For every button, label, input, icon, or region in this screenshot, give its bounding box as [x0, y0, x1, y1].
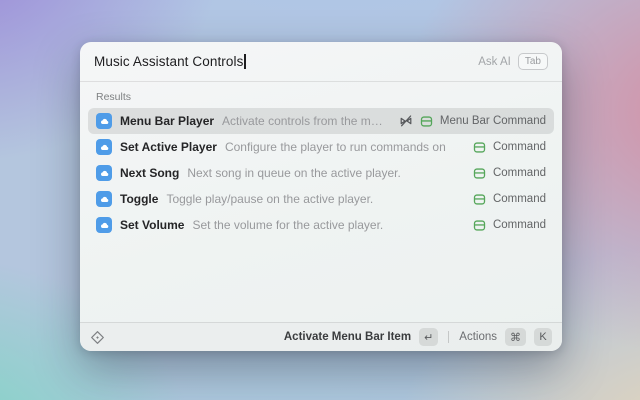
ask-ai-hint[interactable]: Ask AI Tab — [478, 53, 548, 70]
result-row[interactable]: Toggle Toggle play/pause on the active p… — [88, 186, 554, 212]
result-accessory-label: Command — [493, 219, 546, 231]
command-type-icon — [473, 141, 486, 154]
result-title: Next Song — [120, 166, 179, 180]
result-accessory: Command — [473, 219, 546, 232]
cloud-glyph — [99, 220, 110, 231]
result-row[interactable]: Menu Bar Player Activate controls from t… — [88, 108, 554, 134]
command-type-icon — [420, 115, 433, 128]
music-assistant-app-icon — [96, 217, 112, 233]
cmd-key-badge: ⌘ — [505, 328, 526, 346]
result-subtitle: Activate controls from the menubar — [222, 114, 383, 128]
result-subtitle: Configure the player to run commands on — [225, 140, 446, 154]
result-title: Set Volume — [120, 218, 184, 232]
raycast-logo-icon — [90, 330, 105, 345]
result-subtitle: Next song in queue on the active player. — [187, 166, 400, 180]
cloud-glyph — [99, 194, 110, 205]
cloud-glyph — [99, 116, 110, 127]
menubar-muted-icon — [399, 114, 413, 128]
launcher-window: Music Assistant Controls Ask AI Tab Resu… — [80, 42, 562, 351]
result-accessory: Menu Bar Command — [399, 114, 546, 128]
search-header: Music Assistant Controls Ask AI Tab — [80, 42, 562, 82]
command-type-icon — [473, 167, 486, 180]
result-accessory: Command — [473, 141, 546, 154]
music-assistant-app-icon — [96, 165, 112, 181]
search-input[interactable]: Music Assistant Controls — [94, 54, 478, 69]
results-list: Menu Bar Player Activate controls from t… — [80, 108, 562, 238]
music-assistant-app-icon — [96, 191, 112, 207]
tab-key-badge: Tab — [518, 53, 548, 70]
result-subtitle: Toggle play/pause on the active player. — [166, 192, 373, 206]
command-type-icon — [473, 219, 486, 232]
result-accessory-label: Command — [493, 141, 546, 153]
result-row[interactable]: Next Song Next song in queue on the acti… — [88, 160, 554, 186]
music-assistant-app-icon — [96, 139, 112, 155]
result-accessory: Command — [473, 167, 546, 180]
actions-button[interactable]: Actions — [459, 331, 497, 343]
search-query-text: Music Assistant Controls — [94, 54, 243, 69]
enter-key-badge: ↵ — [419, 328, 438, 346]
result-accessory-label: Command — [493, 167, 546, 179]
text-cursor — [244, 54, 246, 69]
ask-ai-label: Ask AI — [478, 56, 511, 68]
footer-divider — [448, 331, 449, 343]
cloud-glyph — [99, 142, 110, 153]
result-accessory-label: Command — [493, 193, 546, 205]
primary-action-button[interactable]: Activate Menu Bar Item — [284, 331, 411, 343]
result-accessory-label: Menu Bar Command — [440, 115, 546, 127]
music-assistant-app-icon — [96, 113, 112, 129]
footer-action-bar: Activate Menu Bar Item ↵ Actions ⌘ K — [80, 322, 562, 351]
result-row[interactable]: Set Active Player Configure the player t… — [88, 134, 554, 160]
result-title: Toggle — [120, 192, 158, 206]
k-key-badge: K — [534, 328, 552, 346]
result-row[interactable]: Set Volume Set the volume for the active… — [88, 212, 554, 238]
command-type-icon — [473, 193, 486, 206]
results-section-label: Results — [96, 91, 546, 103]
cloud-glyph — [99, 168, 110, 179]
result-title: Set Active Player — [120, 140, 217, 154]
result-accessory: Command — [473, 193, 546, 206]
result-title: Menu Bar Player — [120, 114, 214, 128]
result-subtitle: Set the volume for the active player. — [192, 218, 383, 232]
